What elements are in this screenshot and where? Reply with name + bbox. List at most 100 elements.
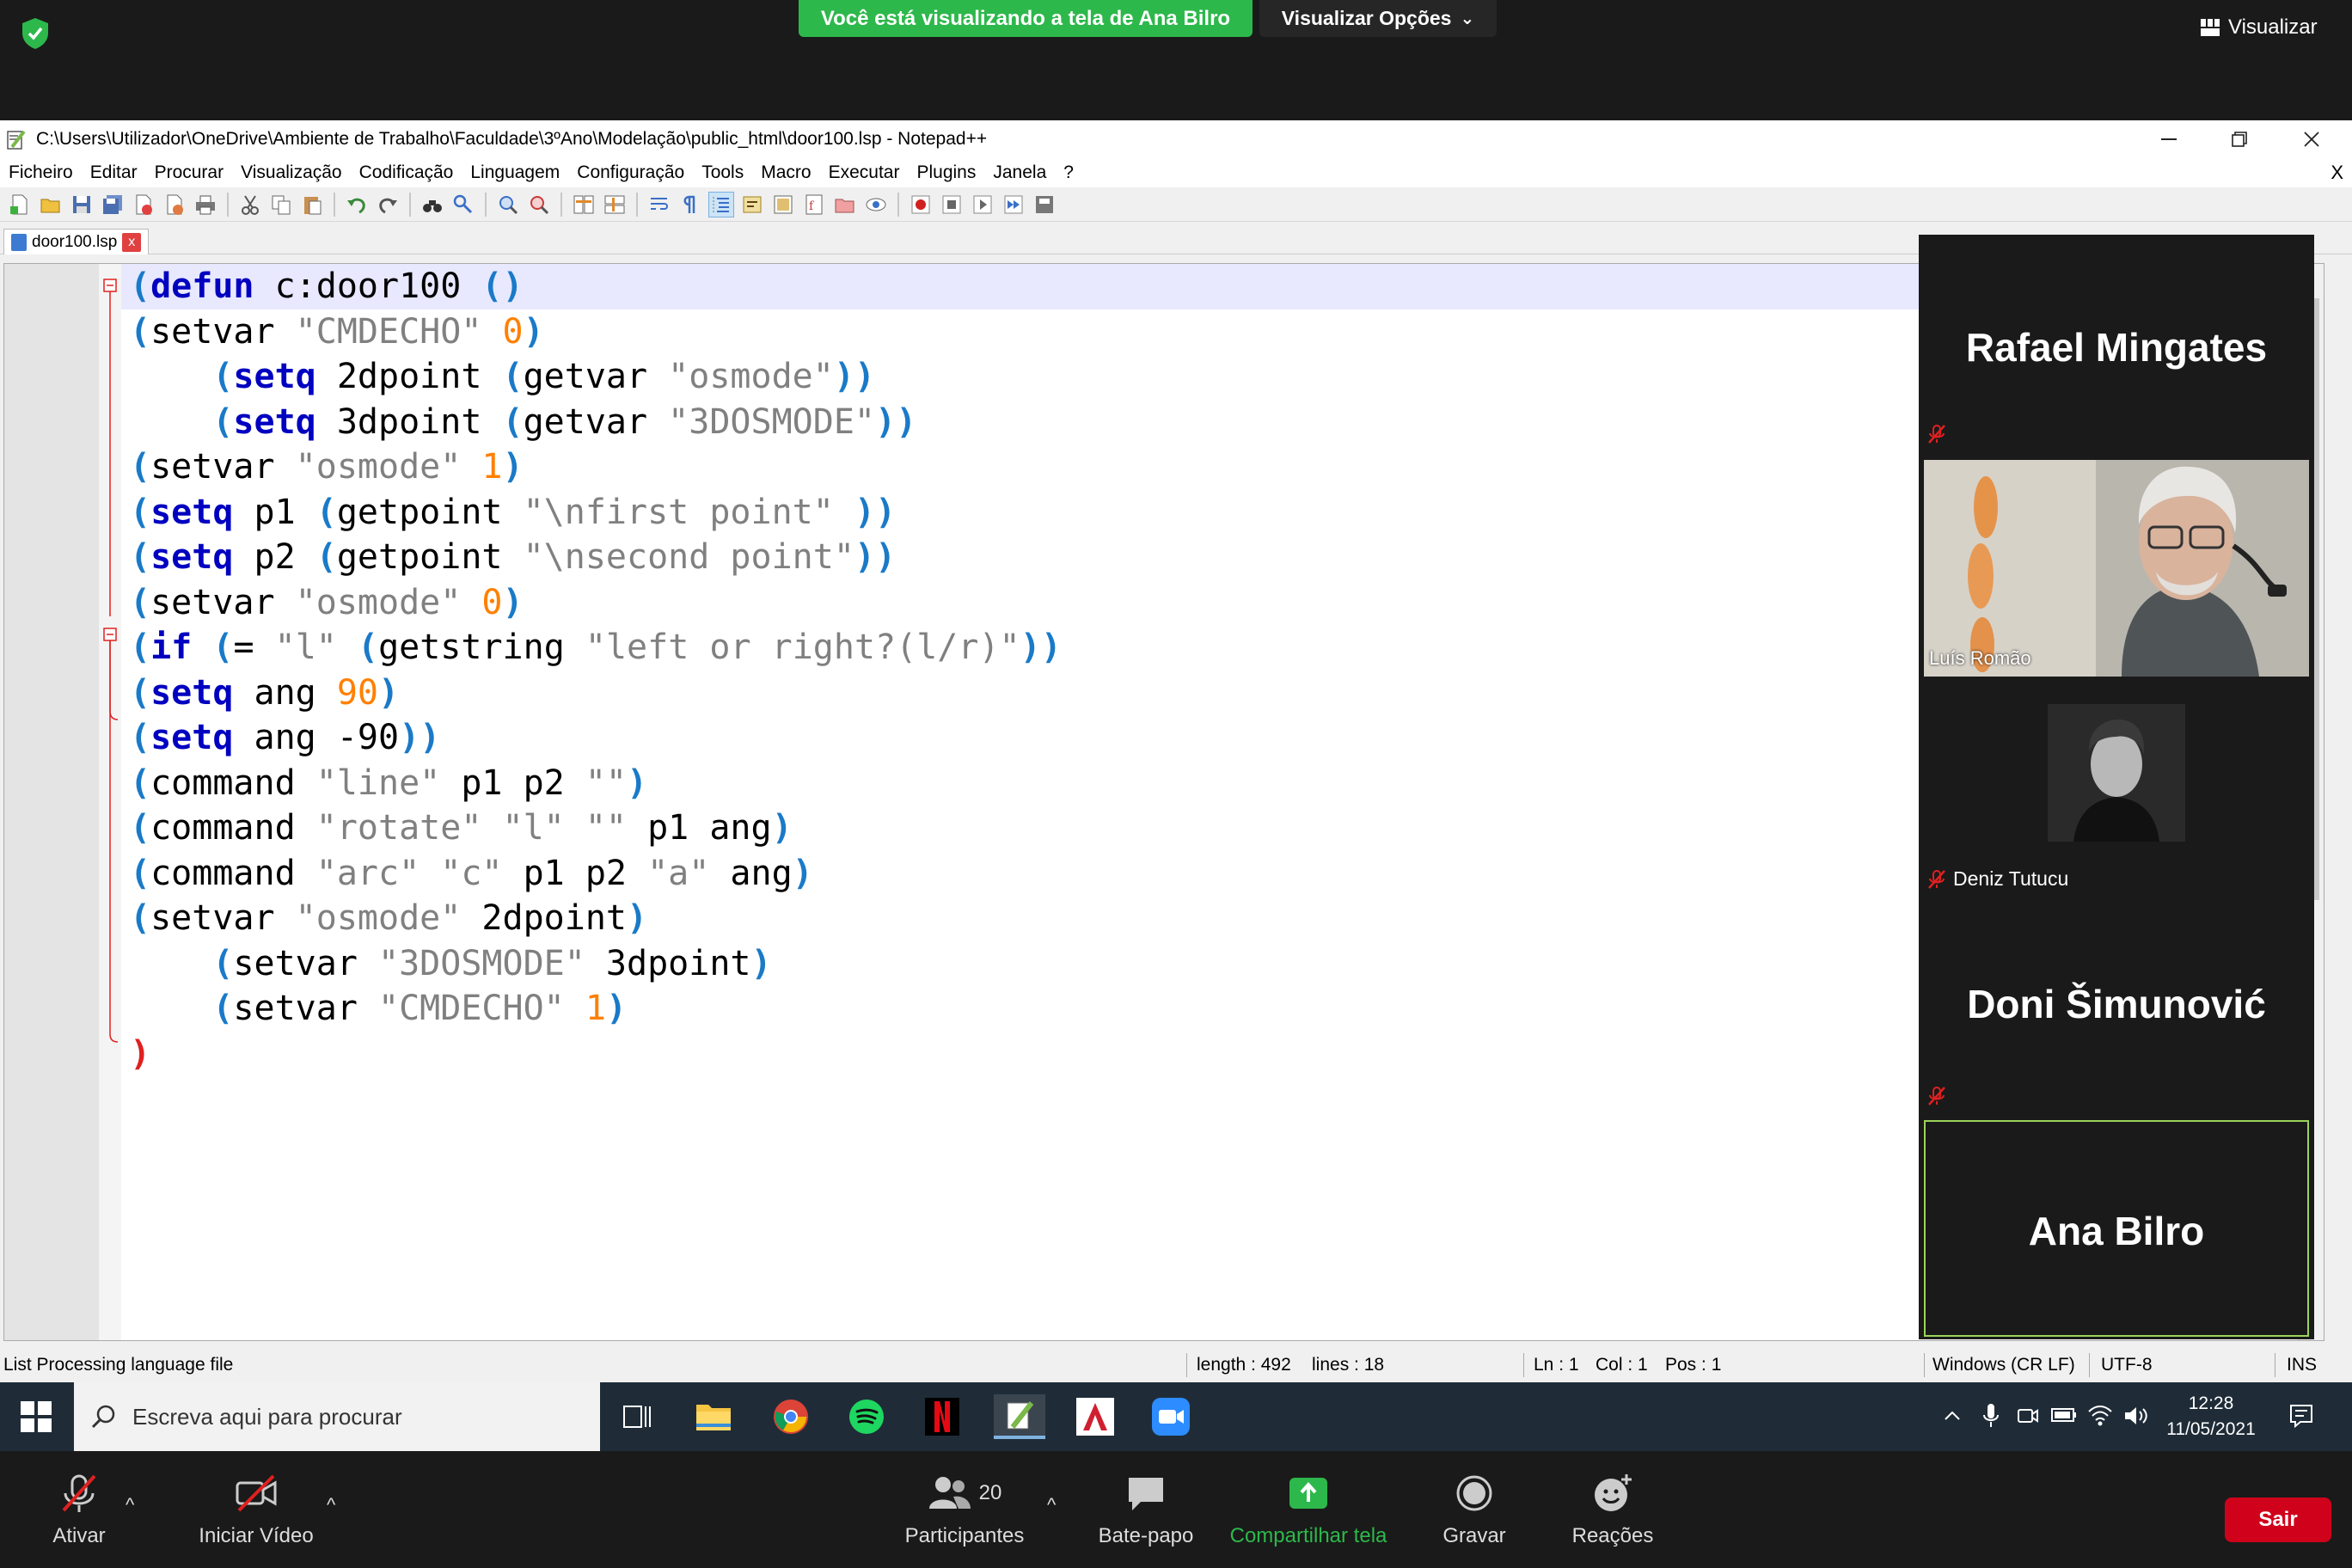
code-line[interactable]: (if (= "l" (getstring "left or right?(l/… xyxy=(130,625,1062,671)
chat-button[interactable]: Bate-papo xyxy=(1092,1451,1200,1568)
status-insert-mode[interactable]: INS xyxy=(2287,1348,2317,1382)
menu-visualizacao[interactable]: Visualização xyxy=(232,162,351,183)
code-line[interactable]: (setq p1 (getpoint "\nfirst point" )) xyxy=(130,490,896,536)
sync-vertical-button[interactable] xyxy=(571,192,597,217)
minimize-button[interactable] xyxy=(2134,120,2204,158)
tab-door100[interactable]: door100.lsp x xyxy=(3,229,150,254)
chevron-up-icon[interactable]: ^ xyxy=(327,1494,335,1516)
wifi-icon[interactable] xyxy=(2087,1403,2113,1427)
tab-close-button[interactable]: x xyxy=(122,232,142,252)
notification-center-icon[interactable] xyxy=(2288,1403,2314,1429)
close-file-button[interactable] xyxy=(131,192,156,217)
user-defined-lang-button[interactable] xyxy=(739,192,765,217)
status-encoding[interactable]: UTF-8 xyxy=(2101,1348,2153,1382)
menu-configuracao[interactable]: Configuração xyxy=(568,162,693,183)
replace-button[interactable] xyxy=(450,192,476,217)
code-line[interactable]: (command "rotate" "l" "" p1 ang) xyxy=(130,805,793,851)
status-eol[interactable]: Windows (CR LF) xyxy=(1932,1348,2075,1382)
meet-now-icon[interactable] xyxy=(2017,1405,2039,1427)
code-line[interactable]: (setq p2 (getpoint "\nsecond point")) xyxy=(130,535,896,580)
spotify-button[interactable] xyxy=(844,1394,889,1439)
new-file-button[interactable] xyxy=(7,192,33,217)
word-wrap-button[interactable] xyxy=(646,192,672,217)
doc-map-button[interactable] xyxy=(770,192,796,217)
battery-icon[interactable] xyxy=(2051,1406,2077,1424)
show-all-chars-button[interactable] xyxy=(677,192,703,217)
autocad-button[interactable] xyxy=(1073,1394,1118,1439)
close-all-button[interactable] xyxy=(162,192,187,217)
volume-icon[interactable] xyxy=(2123,1405,2149,1427)
menu-ficheiro[interactable]: Ficheiro xyxy=(0,162,82,183)
share-screen-button[interactable]: Compartilhar tela xyxy=(1224,1451,1393,1568)
sync-horizontal-button[interactable] xyxy=(602,192,628,217)
undo-button[interactable] xyxy=(344,192,370,217)
code-line[interactable]: (setvar "CMDECHO" 0) xyxy=(130,309,544,355)
save-all-button[interactable] xyxy=(100,192,126,217)
reactions-button[interactable]: Reações xyxy=(1570,1451,1656,1568)
indent-guide-button[interactable] xyxy=(708,191,734,217)
menu-codificacao[interactable]: Codificação xyxy=(351,162,462,183)
window-title-bar[interactable]: C:\Users\Utilizador\OneDrive\Ambiente de… xyxy=(0,120,2352,158)
copy-button[interactable] xyxy=(268,192,294,217)
chevron-up-icon[interactable]: ^ xyxy=(126,1494,134,1516)
paste-button[interactable] xyxy=(299,192,325,217)
taskbar-search-box[interactable]: Escreva aqui para procurar xyxy=(74,1382,600,1451)
code-line[interactable]: (defun c:door100 () xyxy=(130,264,524,309)
code-line[interactable]: (setvar "CMDECHO" 1) xyxy=(130,986,627,1032)
netflix-button[interactable] xyxy=(920,1394,965,1439)
view-options-button[interactable]: Visualizar Opções ⌄ xyxy=(1259,0,1497,37)
start-video-button[interactable]: Iniciar Vídeo xyxy=(193,1451,320,1568)
zoom-taskbar-button[interactable] xyxy=(1148,1394,1193,1439)
monitoring-button[interactable] xyxy=(863,192,889,217)
find-button[interactable] xyxy=(420,192,445,217)
code-line[interactable]: (setvar "osmode" 2dpoint) xyxy=(130,896,647,941)
close-document-button[interactable]: X xyxy=(2331,158,2343,187)
menu-linguagem[interactable]: Linguagem xyxy=(462,162,568,183)
clock[interactable]: 12:28 11/05/2021 xyxy=(2151,1391,2271,1442)
zoom-out-button[interactable] xyxy=(526,192,552,217)
close-window-button[interactable] xyxy=(2276,120,2347,158)
menu-help[interactable]: ? xyxy=(1055,162,1082,183)
menu-tools[interactable]: Tools xyxy=(693,162,752,183)
menu-procurar[interactable]: Procurar xyxy=(146,162,233,183)
windows-start-icon[interactable] xyxy=(21,1401,52,1432)
redo-button[interactable] xyxy=(375,192,401,217)
menu-plugins[interactable]: Plugins xyxy=(908,162,984,183)
security-shield-icon[interactable] xyxy=(21,17,50,50)
participant-tile-luis[interactable]: Luís Romão xyxy=(1924,460,2309,677)
unmute-button[interactable]: Ativar xyxy=(43,1451,115,1568)
menu-editar[interactable]: Editar xyxy=(82,162,146,183)
code-line[interactable]: (setq 2dpoint (getvar "osmode")) xyxy=(130,354,875,400)
file-explorer-button[interactable] xyxy=(691,1394,736,1439)
leave-meeting-button[interactable]: Sair xyxy=(2225,1498,2331,1542)
code-line[interactable]: (setq ang 90) xyxy=(130,671,399,716)
microphone-icon[interactable] xyxy=(1982,1403,2000,1429)
code-line[interactable]: (command "arc" "c" p1 p2 "a" ang) xyxy=(130,851,813,897)
chrome-button[interactable] xyxy=(769,1394,813,1439)
participant-tile-rafael[interactable]: Rafael Mingates xyxy=(1919,235,2314,456)
open-file-button[interactable] xyxy=(38,192,64,217)
code-line[interactable]: (command "line" p1 p2 "") xyxy=(130,761,647,806)
zoom-in-button[interactable] xyxy=(495,192,521,217)
macro-stop-button[interactable] xyxy=(939,192,965,217)
code-line[interactable]: ) xyxy=(130,1032,150,1077)
code-line[interactable]: (setq ang -90)) xyxy=(130,715,440,761)
participant-tile-doni[interactable]: Doni Šimunović xyxy=(1919,898,2314,1113)
chevron-up-icon[interactable]: ^ xyxy=(1047,1494,1056,1516)
task-view-button[interactable] xyxy=(616,1394,660,1439)
macro-record-button[interactable] xyxy=(908,192,934,217)
code-line[interactable]: (setvar "osmode" 0) xyxy=(130,580,524,626)
macro-run-multiple-button[interactable] xyxy=(1001,192,1026,217)
menu-janela[interactable]: Janela xyxy=(984,162,1055,183)
folder-workspace-button[interactable] xyxy=(832,192,858,217)
record-button[interactable]: Gravar xyxy=(1437,1451,1511,1568)
macro-save-button[interactable] xyxy=(1032,192,1057,217)
macro-play-button[interactable] xyxy=(970,192,995,217)
code-line[interactable]: (setvar "3DOSMODE" 3dpoint) xyxy=(130,941,771,987)
chevron-up-icon[interactable] xyxy=(1943,1406,1962,1425)
participant-tile-ana-active-speaker[interactable]: Ana Bilro xyxy=(1924,1120,2309,1337)
menu-macro[interactable]: Macro xyxy=(752,162,819,183)
print-button[interactable] xyxy=(193,192,218,217)
participant-tile-deniz[interactable]: Deniz Tutucu xyxy=(1919,680,2314,897)
menu-executar[interactable]: Executar xyxy=(820,162,909,183)
